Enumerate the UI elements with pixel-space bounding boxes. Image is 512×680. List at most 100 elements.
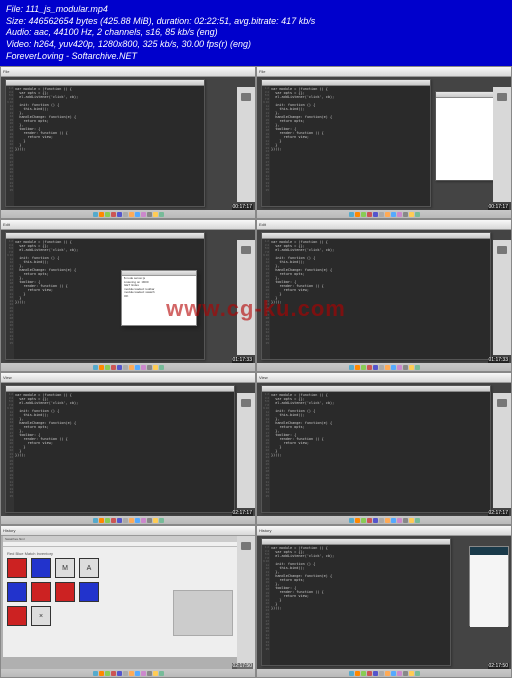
dock-app-icon[interactable]: [135, 671, 140, 676]
dock-app-icon[interactable]: [397, 518, 402, 523]
dock-app-icon[interactable]: [153, 212, 158, 217]
dock-app-icon[interactable]: [99, 212, 104, 217]
dock-app-icon[interactable]: [355, 518, 360, 523]
dock-app-icon[interactable]: [147, 365, 152, 370]
dock-app-icon[interactable]: [415, 671, 420, 676]
dock-app-icon[interactable]: [367, 518, 372, 523]
dock-app-icon[interactable]: [385, 365, 390, 370]
dock-app-icon[interactable]: [141, 365, 146, 370]
dock-app-icon[interactable]: [373, 365, 378, 370]
dock-app-icon[interactable]: [367, 671, 372, 676]
dock-app-icon[interactable]: [367, 365, 372, 370]
dock-app-icon[interactable]: [355, 365, 360, 370]
dock-app-icon[interactable]: [349, 212, 354, 217]
dock-app-icon[interactable]: [141, 212, 146, 217]
dock-app-icon[interactable]: [379, 212, 384, 217]
dock-app-icon[interactable]: [153, 518, 158, 523]
dock-app-icon[interactable]: [135, 365, 140, 370]
dock-app-icon[interactable]: [349, 365, 354, 370]
dock-app-icon[interactable]: [153, 671, 158, 676]
dock-app-icon[interactable]: [373, 671, 378, 676]
dock-app-icon[interactable]: [373, 212, 378, 217]
dock-app-icon[interactable]: [349, 671, 354, 676]
dock-app-icon[interactable]: [397, 365, 402, 370]
color-swatch[interactable]: [7, 558, 27, 578]
dock-app-icon[interactable]: [105, 671, 110, 676]
dock-app-icon[interactable]: [135, 518, 140, 523]
dock-app-icon[interactable]: [355, 671, 360, 676]
dock-app-icon[interactable]: [409, 671, 414, 676]
terminal-dialog[interactable]: $ node server.js Listening on :3000 GET …: [121, 270, 197, 326]
dock-app-icon[interactable]: [105, 518, 110, 523]
color-swatch[interactable]: [79, 582, 99, 602]
dock-app-icon[interactable]: [135, 212, 140, 217]
color-swatch[interactable]: [7, 582, 27, 602]
dock-app-icon[interactable]: [129, 365, 134, 370]
dock-app-icon[interactable]: [147, 671, 152, 676]
dock-app-icon[interactable]: [129, 212, 134, 217]
dock-app-icon[interactable]: [105, 212, 110, 217]
color-swatch[interactable]: [31, 558, 51, 578]
dock-app-icon[interactable]: [111, 671, 116, 676]
dock-app-icon[interactable]: [93, 212, 98, 217]
dock-app-icon[interactable]: [123, 212, 128, 217]
dock-app-icon[interactable]: [391, 518, 396, 523]
dock-app-icon[interactable]: [117, 365, 122, 370]
dock-app-icon[interactable]: [159, 365, 164, 370]
dock-app-icon[interactable]: [415, 518, 420, 523]
dock-app-icon[interactable]: [403, 365, 408, 370]
dock-app-icon[interactable]: [117, 518, 122, 523]
dock-app-icon[interactable]: [123, 671, 128, 676]
dock-app-icon[interactable]: [355, 212, 360, 217]
color-swatch[interactable]: ×: [31, 606, 51, 626]
dock-app-icon[interactable]: [129, 518, 134, 523]
dock-app-icon[interactable]: [379, 518, 384, 523]
color-swatch[interactable]: A: [79, 558, 99, 578]
dock-app-icon[interactable]: [379, 671, 384, 676]
dock-app-icon[interactable]: [111, 518, 116, 523]
dock-app-icon[interactable]: [93, 518, 98, 523]
dock-app-icon[interactable]: [361, 212, 366, 217]
dock-app-icon[interactable]: [141, 518, 146, 523]
dock-app-icon[interactable]: [385, 518, 390, 523]
color-swatch[interactable]: [31, 582, 51, 602]
dock-app-icon[interactable]: [159, 212, 164, 217]
dock-app-icon[interactable]: [349, 518, 354, 523]
dock-app-icon[interactable]: [415, 365, 420, 370]
dock-app-icon[interactable]: [123, 518, 128, 523]
color-swatch[interactable]: M: [55, 558, 75, 578]
dock-app-icon[interactable]: [391, 212, 396, 217]
dock-app-icon[interactable]: [409, 365, 414, 370]
dock-app-icon[interactable]: [99, 671, 104, 676]
color-swatch[interactable]: [55, 582, 75, 602]
dock-app-icon[interactable]: [403, 518, 408, 523]
dock-app-icon[interactable]: [159, 518, 164, 523]
dock-app-icon[interactable]: [99, 518, 104, 523]
color-swatch[interactable]: [7, 606, 27, 626]
dock-app-icon[interactable]: [397, 671, 402, 676]
dock-app-icon[interactable]: [391, 671, 396, 676]
dock-app-icon[interactable]: [409, 518, 414, 523]
dock-app-icon[interactable]: [385, 212, 390, 217]
dock-app-icon[interactable]: [415, 212, 420, 217]
dock-app-icon[interactable]: [361, 671, 366, 676]
dock-app-icon[interactable]: [129, 671, 134, 676]
dock-app-icon[interactable]: [123, 365, 128, 370]
dock-app-icon[interactable]: [373, 518, 378, 523]
dock-app-icon[interactable]: [141, 671, 146, 676]
dock-app-icon[interactable]: [409, 212, 414, 217]
dock-app-icon[interactable]: [105, 365, 110, 370]
dock-app-icon[interactable]: [403, 671, 408, 676]
dock-app-icon[interactable]: [153, 365, 158, 370]
dock-app-icon[interactable]: [111, 365, 116, 370]
dock-app-icon[interactable]: [361, 518, 366, 523]
dock-app-icon[interactable]: [147, 518, 152, 523]
dock-app-icon[interactable]: [397, 212, 402, 217]
dock-app-icon[interactable]: [385, 671, 390, 676]
dock-app-icon[interactable]: [147, 212, 152, 217]
dock-app-icon[interactable]: [93, 671, 98, 676]
dock-app-icon[interactable]: [379, 365, 384, 370]
dock-app-icon[interactable]: [391, 365, 396, 370]
dock-app-icon[interactable]: [117, 671, 122, 676]
dock-app-icon[interactable]: [111, 212, 116, 217]
